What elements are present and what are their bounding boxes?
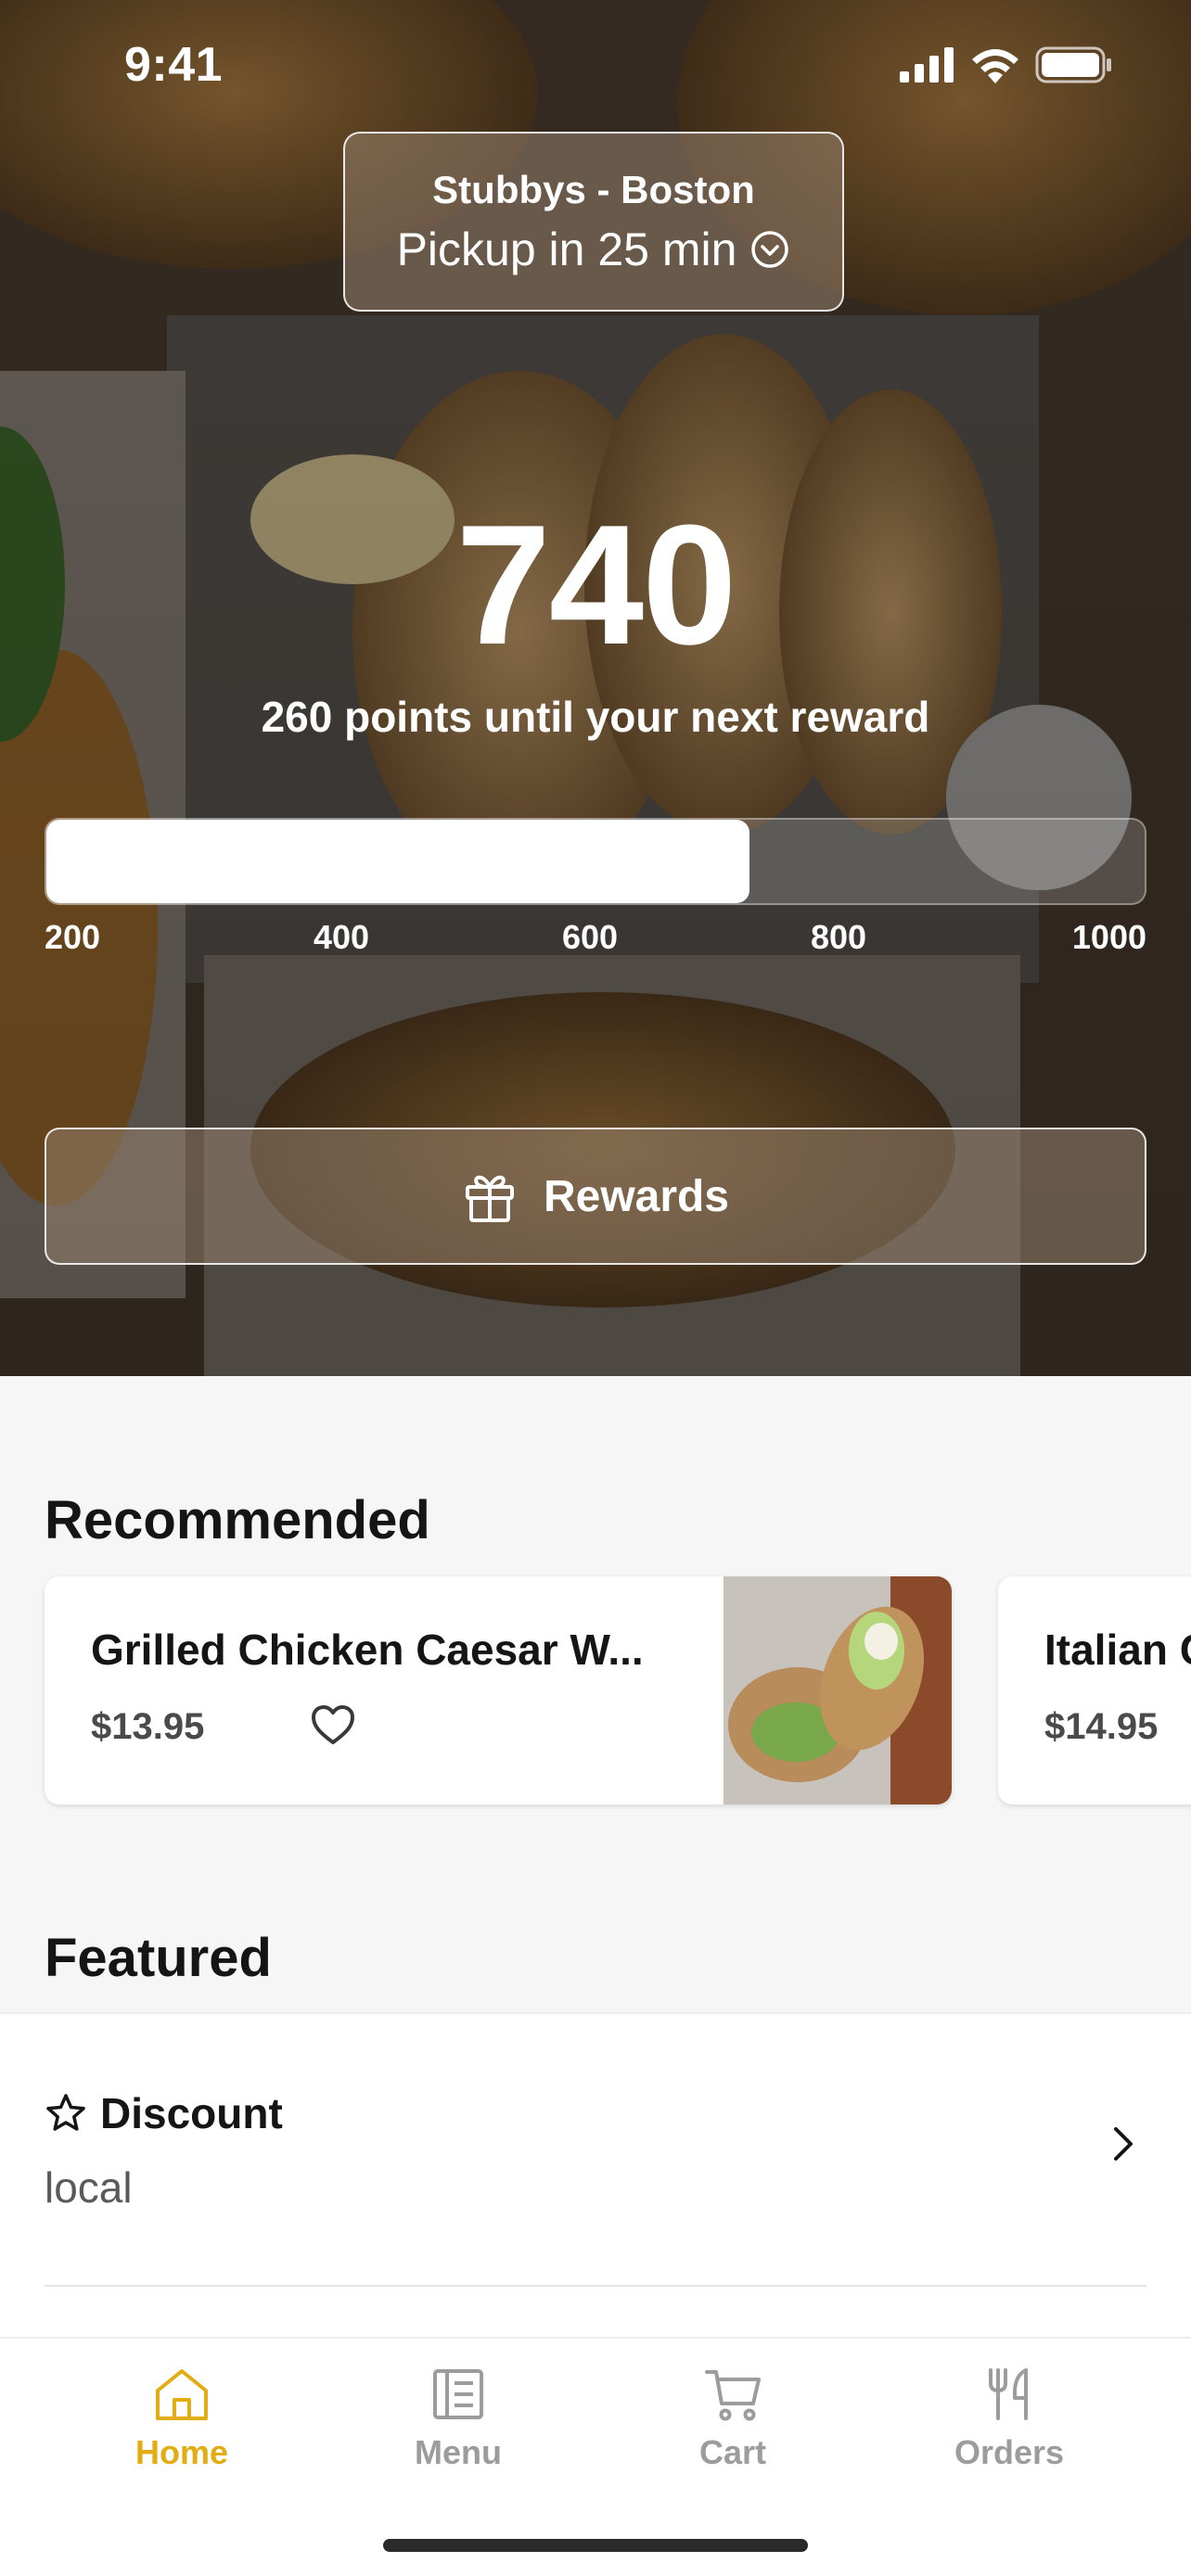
tab-orders[interactable]: Orders xyxy=(907,2366,1111,2506)
pickup-eta-row: Pickup in 25 min xyxy=(397,221,791,278)
cart-icon xyxy=(705,2370,761,2421)
featured-item-discount[interactable]: Discount local xyxy=(0,2014,1191,2285)
rewards-button[interactable]: Rewards xyxy=(45,1128,1146,1265)
featured-list: Discount local xyxy=(0,2012,1191,2339)
app-screen: 9:41 Stubbys - Boston Pickup in 25 min 7… xyxy=(0,0,1191,2576)
status-time: 9:41 xyxy=(124,38,224,92)
tab-label: Orders xyxy=(954,2433,1065,2471)
gift-icon xyxy=(465,1175,514,1222)
list-divider xyxy=(45,2285,1146,2287)
chevron-right-icon xyxy=(1114,2127,1133,2161)
store-name: Stubbys - Boston xyxy=(432,168,755,211)
recommended-heading: Recommended xyxy=(45,1490,430,1550)
points-balance: 740 xyxy=(455,489,737,680)
chevron-down-circle-icon xyxy=(751,231,789,268)
recommended-card[interactable]: Grilled Chicken Caesar W... $13.95 xyxy=(45,1576,952,1804)
recommended-item-name: Italian C xyxy=(1044,1626,1191,1674)
heart-icon[interactable] xyxy=(310,1702,356,1749)
pickup-eta: Pickup in 25 min xyxy=(396,223,737,275)
battery-icon xyxy=(1035,46,1111,83)
location-selector[interactable]: Stubbys - Boston Pickup in 25 min xyxy=(343,132,844,312)
progress-tick: 200 xyxy=(45,918,101,956)
recommended-card[interactable]: Italian C $14.95 xyxy=(998,1576,1191,1804)
featured-heading: Featured xyxy=(45,1928,272,1988)
cellular-signal-icon xyxy=(900,47,954,83)
tab-label: Home xyxy=(134,2433,229,2471)
progress-tick: 1000 xyxy=(1071,918,1146,956)
featured-item-title: Discount xyxy=(100,2089,283,2137)
wifi-icon xyxy=(972,49,1018,83)
star-icon xyxy=(46,2094,85,2131)
menu-icon xyxy=(433,2369,483,2419)
recommended-item-price: $14.95 xyxy=(1044,1706,1159,1747)
rewards-progress-bar xyxy=(45,818,1146,905)
points-until-reward: 260 points until your next reward xyxy=(261,693,930,741)
tab-label: Menu xyxy=(415,2433,502,2471)
recommended-item-price: $13.95 xyxy=(91,1706,205,1747)
featured-item-subtitle: local xyxy=(45,2163,133,2212)
status-icons xyxy=(900,46,1113,83)
fork-knife-icon xyxy=(989,2368,1028,2420)
home-icon xyxy=(156,2369,208,2420)
featured-item-title-row: Discount xyxy=(45,2088,283,2138)
progress-tick: 600 xyxy=(562,918,619,956)
progress-tick-labels: 200 400 600 800 1000 xyxy=(45,918,1146,964)
tab-home[interactable]: Home xyxy=(80,2366,284,2506)
rewards-progress-fill xyxy=(46,820,749,903)
tab-cart[interactable]: Cart xyxy=(631,2366,835,2506)
tab-menu[interactable]: Menu xyxy=(356,2366,560,2506)
progress-tick: 800 xyxy=(811,918,867,956)
home-indicator xyxy=(383,2539,808,2552)
rewards-button-label: Rewards xyxy=(543,1171,730,1221)
tab-label: Cart xyxy=(698,2433,767,2471)
recommended-item-image xyxy=(724,1576,952,1804)
recommended-item-name: Grilled Chicken Caesar W... xyxy=(91,1626,644,1674)
rewards-hero: 9:41 Stubbys - Boston Pickup in 25 min 7… xyxy=(0,0,1191,1376)
progress-tick: 400 xyxy=(314,918,370,956)
